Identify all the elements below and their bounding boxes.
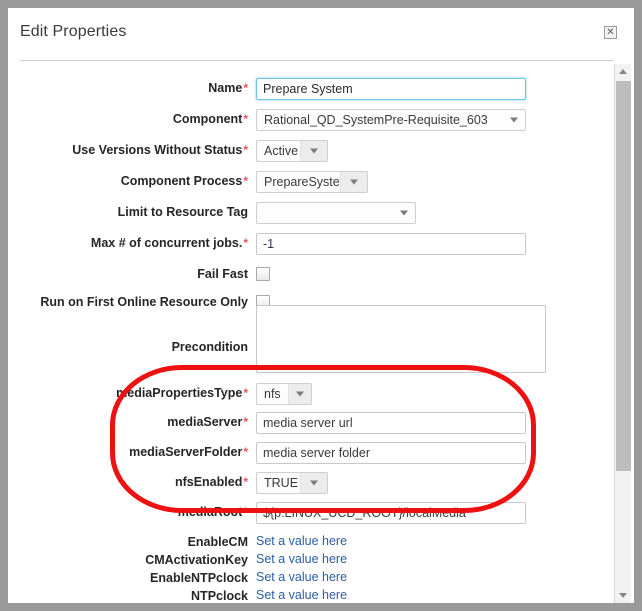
field-control-mediapropertiestype: nfs <box>256 383 312 405</box>
required-marker: * <box>243 81 248 95</box>
field-row-mediaserverfolder: mediaServerFolder* <box>8 442 612 472</box>
field-row-component: Component* Rational_QD_SystemPre-Requisi… <box>8 109 612 139</box>
field-row-name: Name* <box>8 78 612 108</box>
field-control-component: Rational_QD_SystemPre-Requisite_603 <box>256 109 526 131</box>
set-value-link-enablentpclock[interactable]: Set a value here <box>256 568 347 586</box>
close-icon[interactable]: ✕ <box>604 26 617 39</box>
set-value-link-ntpclock[interactable]: Set a value here <box>256 586 347 603</box>
chevron-down-icon <box>393 203 415 223</box>
field-row-limit-to-resource-tag: Limit to Resource Tag <box>8 202 612 232</box>
component-process-select[interactable]: PrepareSystem <box>256 171 368 193</box>
field-label-component-process: Component Process* <box>120 174 248 188</box>
use-versions-without-status-select[interactable]: Active <box>256 140 328 162</box>
mediaserverfolder-input[interactable] <box>256 442 526 464</box>
required-marker: * <box>243 415 248 429</box>
field-control-use-versions-without-status: Active <box>256 140 328 162</box>
nfsenabled-value: TRUE <box>264 476 299 490</box>
set-value-link-enablecm[interactable]: Set a value here <box>256 532 347 550</box>
property-label-ntpclock: NTPclock <box>191 589 248 603</box>
use-versions-without-status-value: Active <box>264 144 299 158</box>
field-control-max-concurrent-jobs <box>256 233 526 255</box>
scroll-up-arrow-icon[interactable] <box>615 64 631 80</box>
field-label-mediapropertiestype: mediaPropertiesType* <box>116 386 248 400</box>
screen: Edit Properties ✕ Name* Component* Ratio… <box>0 0 642 611</box>
required-marker: * <box>243 112 248 126</box>
field-label-max-concurrent-jobs: Max # of concurrent jobs.* <box>90 236 248 250</box>
nfsenabled-select[interactable]: TRUE <box>256 472 328 494</box>
mediaroot-input[interactable] <box>256 502 526 524</box>
chevron-down-icon <box>503 110 525 130</box>
required-marker: * <box>243 174 248 188</box>
edit-properties-dialog: Edit Properties ✕ Name* Component* Ratio… <box>8 8 634 603</box>
field-label-mediaserverfolder: mediaServerFolder* <box>129 445 248 459</box>
field-row-use-versions-without-status: Use Versions Without Status* Active <box>8 140 612 170</box>
field-row-mediaserver: mediaServer* <box>8 412 612 442</box>
component-select-value: Rational_QD_SystemPre-Requisite_603 <box>264 113 488 127</box>
field-control-mediaserver <box>256 412 526 434</box>
field-label-mediaserver: mediaServer* <box>167 415 248 429</box>
field-control-mediaserverfolder <box>256 442 526 464</box>
mediapropertiestype-select[interactable]: nfs <box>256 383 312 405</box>
property-label-enablecm: EnableCM <box>187 535 248 549</box>
field-control-component-process: PrepareSystem <box>256 171 368 193</box>
field-control-fail-fast <box>256 264 270 286</box>
field-control-precondition <box>256 305 546 378</box>
mediaserver-input[interactable] <box>256 412 526 434</box>
required-marker: * <box>243 236 248 250</box>
field-control-limit-to-resource-tag <box>256 202 416 224</box>
field-label-use-versions-without-status: Use Versions Without Status* <box>72 143 248 157</box>
scrollbar-thumb[interactable] <box>616 81 631 471</box>
chevron-down-icon <box>300 473 327 493</box>
field-row-nfsenabled: nfsEnabled* TRUE <box>8 472 612 502</box>
max-concurrent-jobs-input[interactable] <box>256 233 526 255</box>
chevron-down-icon <box>288 384 311 404</box>
field-row-mediaroot: mediaRoot* <box>8 502 612 532</box>
set-value-link-cmactivationkey[interactable]: Set a value here <box>256 550 347 568</box>
title-divider <box>20 60 614 61</box>
fail-fast-checkbox[interactable] <box>256 267 270 281</box>
field-label-component: Component* <box>172 112 248 126</box>
field-row-fail-fast: Fail Fast <box>8 264 612 294</box>
field-control-name <box>256 78 526 100</box>
dialog-title-bar: Edit Properties ✕ <box>8 8 634 57</box>
field-label-precondition: Precondition <box>171 340 248 354</box>
component-select[interactable]: Rational_QD_SystemPre-Requisite_603 <box>256 109 526 131</box>
field-label-nfsenabled: nfsEnabled* <box>174 475 248 489</box>
field-control-mediaroot <box>256 502 526 524</box>
limit-to-resource-tag-select[interactable] <box>256 202 416 224</box>
name-input[interactable] <box>256 78 526 100</box>
field-control-nfsenabled: TRUE <box>256 472 328 494</box>
field-row-max-concurrent-jobs: Max # of concurrent jobs.* <box>8 233 612 263</box>
required-marker: * <box>243 475 248 489</box>
chevron-down-icon <box>340 172 367 192</box>
property-row-ntpclock: NTPclock Set a value here <box>8 586 612 603</box>
precondition-textarea[interactable] <box>256 305 546 373</box>
field-row-mediapropertiestype: mediaPropertiesType* nfs <box>8 383 612 413</box>
property-label-enablentpclock: EnableNTPclock <box>150 571 248 585</box>
properties-form: Name* Component* Rational_QD_SystemPre-R… <box>8 64 612 603</box>
required-marker: * <box>243 143 248 157</box>
page-title: Edit Properties <box>20 23 127 40</box>
field-row-component-process: Component Process* PrepareSystem <box>8 171 612 201</box>
field-row-precondition: Precondition <box>8 305 612 385</box>
component-process-value: PrepareSystem <box>264 175 351 189</box>
chevron-down-icon <box>300 141 327 161</box>
field-label-name: Name* <box>208 81 248 95</box>
property-label-cmactivationkey: CMActivationKey <box>145 553 248 567</box>
form-scrollbar[interactable] <box>614 64 631 603</box>
mediapropertiestype-value: nfs <box>264 387 281 401</box>
field-label-limit-to-resource-tag: Limit to Resource Tag <box>117 205 248 219</box>
field-label-mediaroot: mediaRoot* <box>177 505 248 519</box>
scroll-down-arrow-icon[interactable] <box>615 587 631 603</box>
required-marker: * <box>243 386 248 400</box>
field-label-fail-fast: Fail Fast <box>197 267 248 281</box>
required-marker: * <box>243 445 248 459</box>
required-marker: * <box>243 505 248 519</box>
